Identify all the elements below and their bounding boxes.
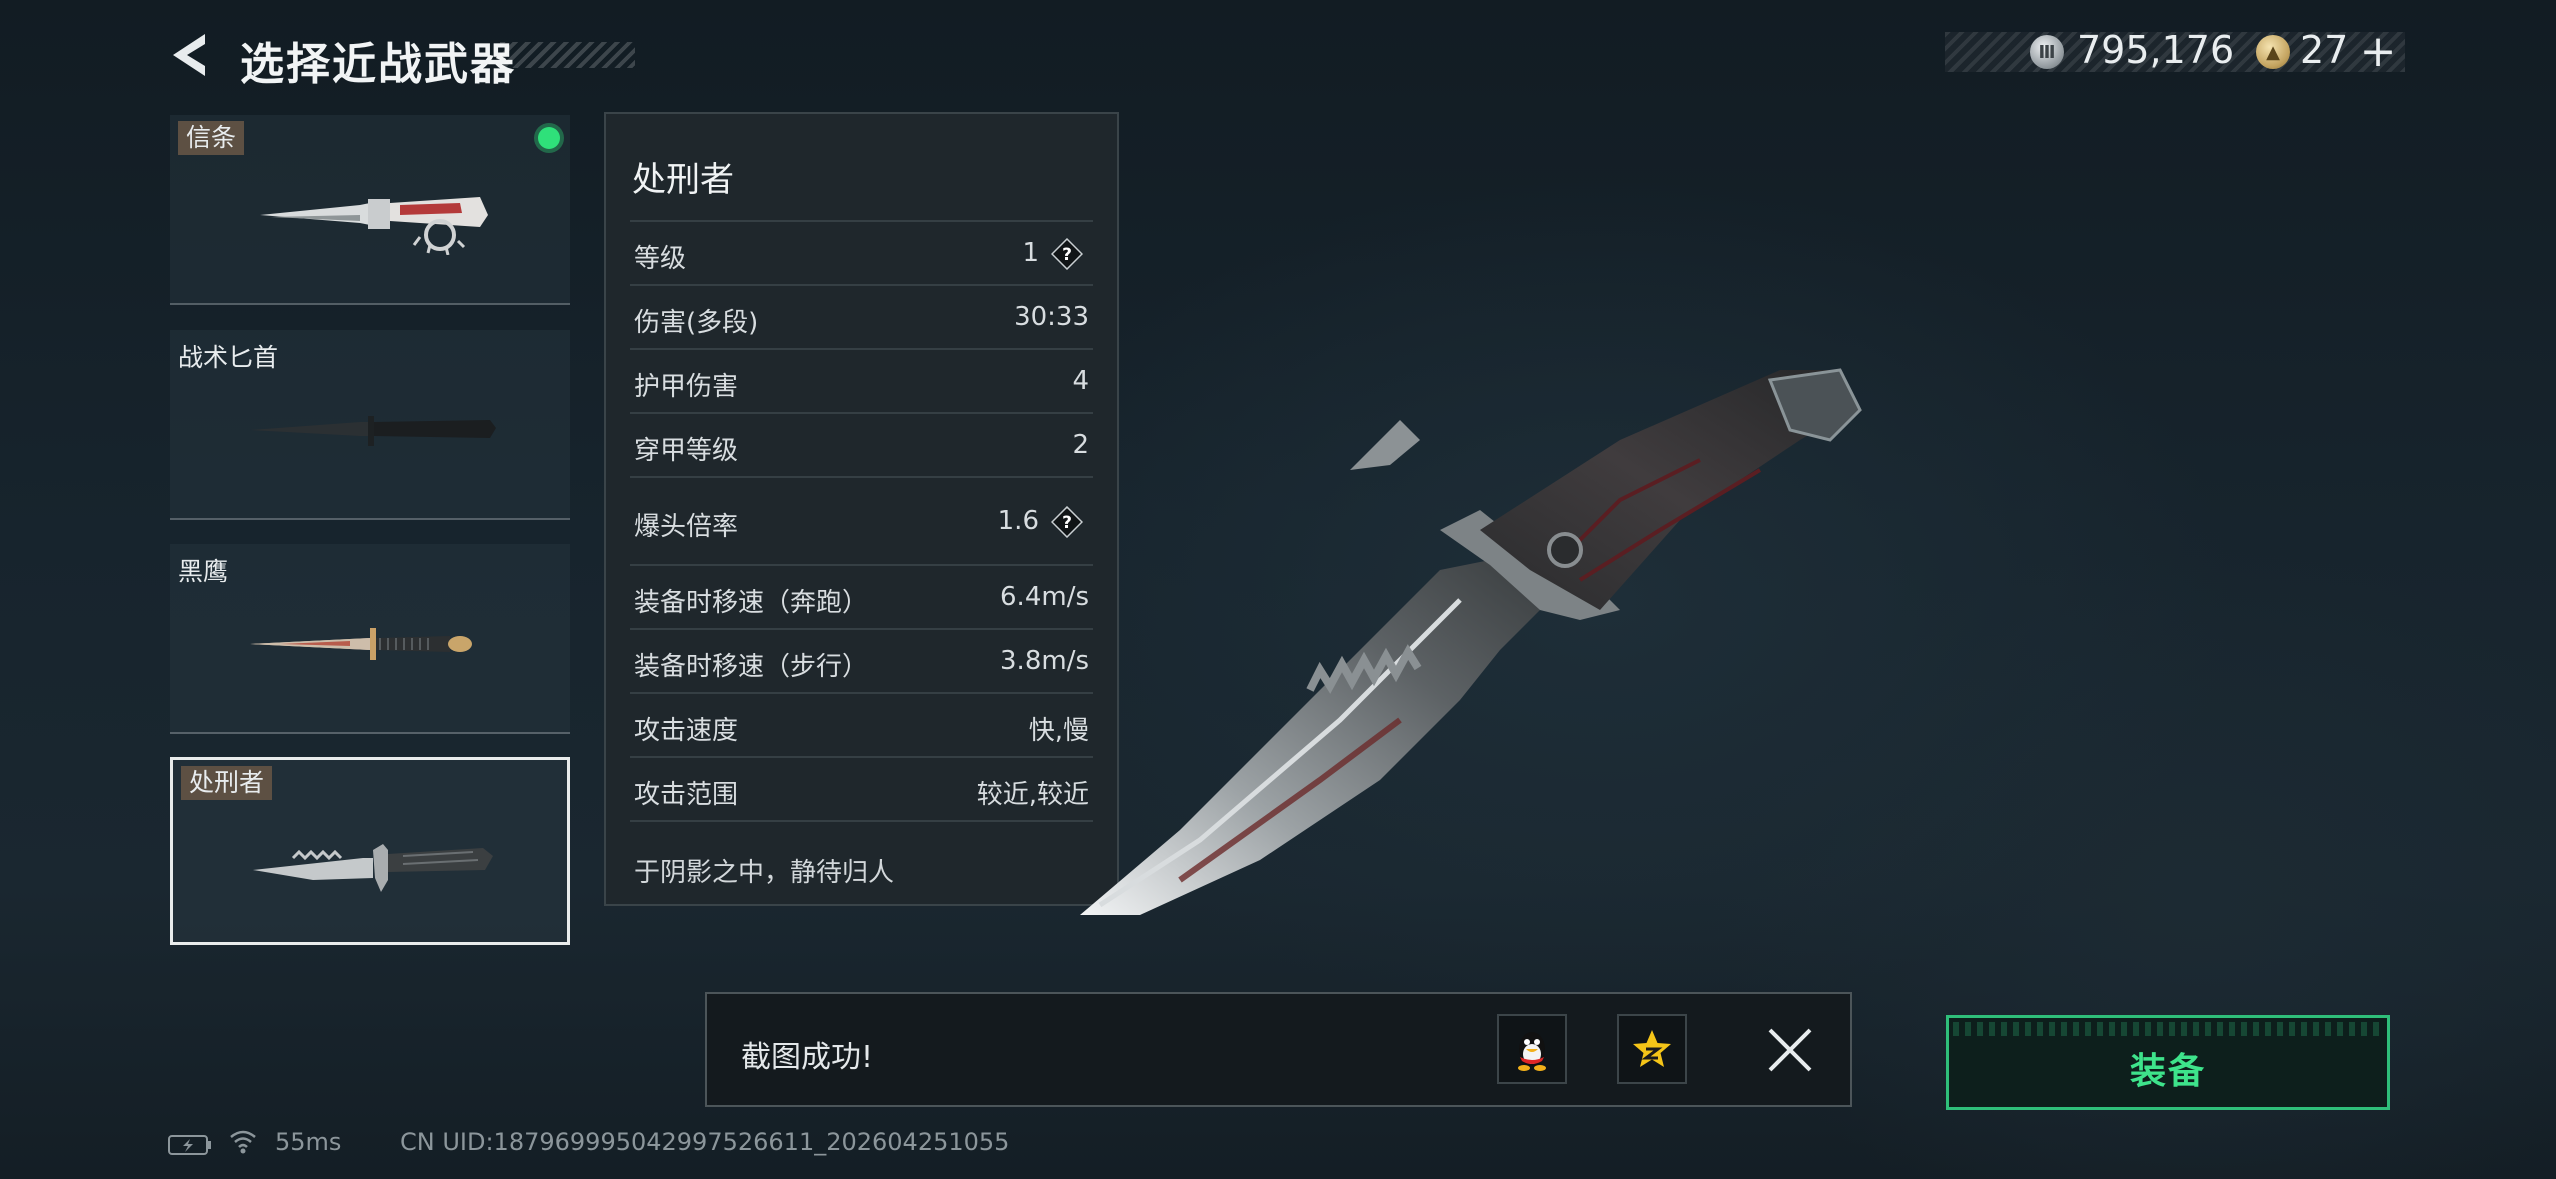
equip-label: 装备 (2129, 1051, 2206, 1092)
share-qzone-button[interactable] (1617, 1014, 1687, 1084)
weapon-lore: 于阴影之中，静待归人 (634, 858, 895, 888)
weapon-name: 黑鹰 (178, 557, 229, 586)
svg-text:?: ? (1062, 245, 1072, 265)
wifi-icon (230, 1130, 256, 1154)
close-icon[interactable] (1762, 1022, 1818, 1078)
weapon-preview-model[interactable] (1060, 360, 1920, 940)
weapon-title: 处刑者 (632, 160, 734, 200)
stat-row-attack-speed: 攻击速度 快,慢 (630, 692, 1093, 758)
stat-label: 攻击速度 (634, 716, 739, 746)
stat-label: 穿甲等级 (634, 436, 739, 466)
stat-label: 爆头倍率 (634, 512, 739, 542)
page-title: 选择近战武器 (240, 39, 516, 90)
user-uid: CN UID:18796999504299752661​1_2026042510… (400, 1128, 1010, 1156)
stat-label: 伤害(多段) (634, 308, 759, 338)
screenshot-toast: 截图成功! (705, 992, 1852, 1107)
toast-message: 截图成功! (741, 1040, 874, 1075)
stat-label: 攻击范围 (634, 780, 739, 810)
weapon-name: 处刑者 (181, 766, 273, 800)
money-amount: 795,176 (2077, 28, 2235, 72)
stat-value: 1.6 (997, 506, 1039, 536)
weapon-stats-panel: 处刑者 等级 1 ? 伤害(多段) 30:33 护甲伤害 4 穿甲等级 2 爆头… (604, 112, 1119, 906)
stat-row-headshot: 爆头倍率 1.6 ? (630, 476, 1093, 566)
stat-row-run-speed: 装备时移速（奔跑） 6.4m/s (630, 564, 1093, 630)
weapon-thumbnail (250, 628, 472, 660)
weapon-card-tactical-dagger[interactable]: 战术匕首 (170, 330, 570, 520)
weapon-card-executioner[interactable]: 处刑者 (170, 757, 570, 945)
share-qq-button[interactable] (1497, 1014, 1567, 1084)
qq-penguin-icon (1518, 1032, 1546, 1071)
divider (630, 820, 1093, 824)
weapon-thumbnail (250, 416, 496, 446)
battery-charging-icon (168, 1135, 211, 1155)
title-decoration (500, 42, 635, 68)
add-tokens-button[interactable]: + (2358, 26, 2398, 77)
stat-label: 等级 (634, 244, 687, 274)
network-latency: 55ms (275, 1128, 342, 1156)
equip-button[interactable]: 装备 (1946, 1015, 2390, 1110)
silver-coin-icon: Ⅲ (2030, 35, 2064, 69)
weapon-name: 战术匕首 (178, 343, 279, 372)
stat-row-level: 等级 1 ? (630, 220, 1093, 286)
stat-label: 装备时移速（奔跑） (634, 588, 869, 618)
back-arrow-icon[interactable] (165, 30, 215, 80)
stat-label: 护甲伤害 (634, 372, 739, 402)
weapon-thumbnail (253, 844, 493, 892)
qzone-star-icon (1633, 1030, 1671, 1067)
stat-row-damage: 伤害(多段) 30:33 (630, 284, 1093, 350)
stat-value: 30:33 (1014, 302, 1089, 332)
weapon-thumbnail (260, 197, 488, 255)
stat-row-armor-damage: 护甲伤害 4 (630, 348, 1093, 414)
equipped-indicator (538, 127, 560, 149)
stat-label: 装备时移速（步行） (634, 652, 869, 682)
stat-row-walk-speed: 装备时移速（步行） 3.8m/s (630, 628, 1093, 694)
stat-row-attack-range: 攻击范围 较近,较近 (630, 756, 1093, 822)
weapon-name: 信条 (178, 121, 245, 155)
stat-row-penetration: 穿甲等级 2 (630, 412, 1093, 478)
gold-coin-icon: ▲ (2256, 35, 2290, 69)
weapon-card-black-hawk[interactable]: 黑鹰 (170, 544, 570, 734)
stat-value: 1 (1022, 238, 1039, 268)
weapon-card-xintiao[interactable]: 信条 (170, 115, 570, 305)
help-icon[interactable]: ? (1051, 238, 1083, 270)
token-amount: 27 (2300, 28, 2349, 72)
